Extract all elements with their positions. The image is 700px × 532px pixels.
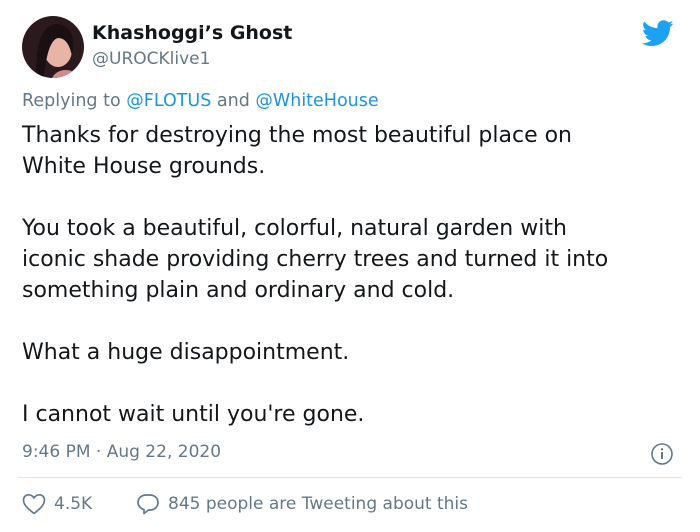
tweet-line: I cannot wait until you're gone. (22, 402, 365, 427)
reply-context: Replying to @FLOTUS and @WhiteHouse (22, 91, 379, 111)
author-display-name[interactable]: Khashoggi’s Ghost (92, 22, 292, 44)
twitter-bird-icon[interactable] (642, 20, 674, 47)
divider (18, 477, 682, 478)
avatar[interactable] (22, 16, 84, 78)
tweet-line: You took a beautiful, colorful, natural … (22, 216, 567, 241)
like-button[interactable]: 4.5K (22, 493, 92, 515)
tweet-text: Thanks for destroying the most beautiful… (22, 120, 684, 430)
tweet-line: What a huge disappointment. (22, 340, 350, 365)
like-count: 4.5K (54, 494, 93, 514)
reply-prefix: Replying to (22, 91, 121, 111)
reply-joiner: and (216, 91, 250, 111)
tweet-line: White House grounds. (22, 154, 266, 179)
tweet-timestamp[interactable]: 9:46 PM · Aug 22, 2020 (22, 442, 221, 462)
tweeting-about-label: 845 people are Tweeting about this (168, 494, 468, 514)
tweet-line: something plain and ordinary and cold. (22, 278, 455, 303)
author-handle[interactable]: @UROCKlive1 (92, 49, 210, 69)
comment-icon (137, 494, 159, 515)
tweet-line: Thanks for destroying the most beautiful… (22, 123, 572, 148)
heart-icon (22, 493, 46, 515)
info-icon[interactable] (650, 442, 674, 466)
mention-flotus[interactable]: @FLOTUS (126, 91, 211, 111)
mention-whitehouse[interactable]: @WhiteHouse (255, 91, 378, 111)
tweet-card: Khashoggi’s Ghost @UROCKlive1 Replying t… (0, 0, 700, 532)
tweet-line: iconic shade providing cherry trees and … (22, 247, 609, 272)
tweeting-about-link[interactable]: 845 people are Tweeting about this (136, 493, 468, 515)
